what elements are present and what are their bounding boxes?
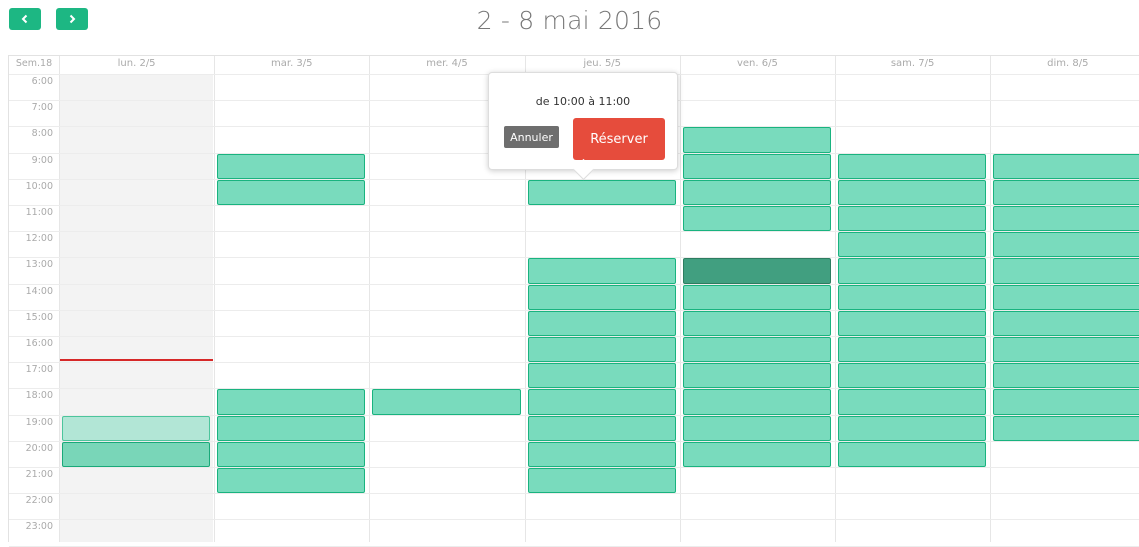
available-time-slot[interactable]: [682, 284, 831, 310]
hour-label: 12:00: [25, 233, 53, 245]
popover-time-range: de 10:00 à 11:00: [535, 95, 631, 108]
available-time-slot[interactable]: [838, 284, 987, 310]
available-time-slot[interactable]: [217, 415, 366, 441]
hour-label: 19:00: [25, 416, 53, 428]
hour-label: 11:00: [25, 207, 53, 218]
available-time-slot[interactable]: [993, 232, 1139, 258]
available-time-slot[interactable]: [993, 337, 1139, 363]
available-time-slot[interactable]: [993, 284, 1139, 310]
available-time-slot[interactable]: [993, 415, 1139, 441]
available-time-slot[interactable]: [682, 389, 831, 415]
hour-label: 8:00: [31, 128, 53, 140]
day-column-divider: [679, 56, 681, 542]
day-header: sam. 7/5: [890, 58, 935, 69]
week-number-label: Sem.18: [15, 58, 53, 69]
available-time-slot[interactable]: [682, 179, 831, 205]
hour-label: 13:00: [25, 259, 53, 271]
available-time-slot[interactable]: [993, 258, 1139, 284]
available-time-slot[interactable]: [527, 363, 676, 389]
available-time-slot[interactable]: [527, 441, 676, 467]
hour-label: 21:00: [25, 469, 53, 480]
available-time-slot[interactable]: [993, 389, 1139, 415]
today-column-highlight: [59, 74, 213, 542]
selected-time-slot[interactable]: [682, 258, 831, 284]
hour-row-divider: [9, 493, 1139, 495]
available-time-slot[interactable]: [217, 153, 366, 179]
day-header: dim. 8/5: [1047, 58, 1089, 69]
available-time-slot[interactable]: [682, 415, 831, 441]
available-time-slot[interactable]: [217, 389, 366, 415]
available-time-slot[interactable]: [217, 468, 366, 494]
hour-row-divider: [9, 519, 1139, 521]
available-time-slot[interactable]: [62, 441, 211, 467]
available-time-slot[interactable]: [993, 363, 1139, 389]
available-time-slot[interactable]: [993, 179, 1139, 205]
available-time-slot[interactable]: [838, 179, 987, 205]
available-time-slot[interactable]: [838, 258, 987, 284]
available-time-slot[interactable]: [682, 206, 831, 232]
available-time-slot[interactable]: [993, 153, 1139, 179]
hour-label: 6:00: [31, 76, 53, 87]
available-time-slot[interactable]: [62, 415, 211, 441]
book-button[interactable]: Réserver: [573, 118, 665, 160]
available-time-slot[interactable]: [527, 284, 676, 310]
day-header: mer. 4/5: [426, 58, 468, 69]
available-time-slot[interactable]: [527, 468, 676, 494]
available-time-slot[interactable]: [527, 179, 676, 205]
available-time-slot[interactable]: [682, 153, 831, 179]
available-time-slot[interactable]: [838, 415, 987, 441]
available-time-slot[interactable]: [838, 441, 987, 467]
available-time-slot[interactable]: [838, 310, 987, 336]
hour-label: 18:00: [25, 390, 53, 402]
available-time-slot[interactable]: [682, 363, 831, 389]
hour-label: 22:00: [25, 495, 53, 507]
hour-label: 23:00: [25, 521, 53, 533]
hour-label: 14:00: [25, 285, 53, 297]
hour-label: 17:00: [25, 364, 53, 376]
available-time-slot[interactable]: [527, 258, 676, 284]
available-time-slot[interactable]: [838, 363, 987, 389]
hour-row-divider: [9, 545, 1139, 547]
hour-label: 16:00: [25, 338, 53, 349]
day-header: lun. 2/5: [117, 58, 156, 69]
cancel-button[interactable]: Annuler: [504, 126, 559, 148]
available-time-slot[interactable]: [682, 310, 831, 336]
available-time-slot[interactable]: [682, 441, 831, 467]
available-time-slot[interactable]: [217, 179, 366, 205]
available-time-slot[interactable]: [838, 389, 987, 415]
hour-label: 20:00: [25, 442, 53, 454]
day-column-divider: [59, 56, 60, 542]
hour-label: 7:00: [31, 102, 53, 114]
booking-popover: de 10:00 à 11:00 Annuler Réserver: [488, 72, 678, 181]
available-time-slot[interactable]: [993, 206, 1139, 232]
day-column-divider: [835, 56, 836, 542]
day-column-divider: [990, 56, 992, 542]
hour-label: 10:00: [25, 180, 53, 192]
available-time-slot[interactable]: [838, 337, 987, 363]
day-header: jeu. 5/5: [583, 58, 622, 69]
available-time-slot[interactable]: [838, 232, 987, 258]
day-header: mar. 3/5: [271, 58, 313, 69]
available-time-slot[interactable]: [527, 310, 676, 336]
available-time-slot[interactable]: [838, 206, 987, 232]
available-time-slot[interactable]: [527, 389, 676, 415]
page-title: 2 - 8 mai 2016: [476, 6, 663, 35]
available-time-slot[interactable]: [682, 337, 831, 363]
available-time-slot[interactable]: [993, 310, 1139, 336]
hour-label: 15:00: [25, 311, 53, 323]
available-time-slot[interactable]: [372, 389, 521, 415]
day-column-divider: [369, 56, 371, 542]
day-header: ven. 6/5: [736, 58, 778, 69]
available-time-slot[interactable]: [527, 415, 676, 441]
current-time-indicator: [59, 359, 213, 361]
day-column-divider: [214, 56, 216, 542]
available-time-slot[interactable]: [217, 441, 366, 467]
hour-label: 9:00: [31, 154, 53, 166]
available-time-slot[interactable]: [682, 127, 831, 153]
available-time-slot[interactable]: [838, 153, 987, 179]
available-time-slot[interactable]: [527, 337, 676, 363]
